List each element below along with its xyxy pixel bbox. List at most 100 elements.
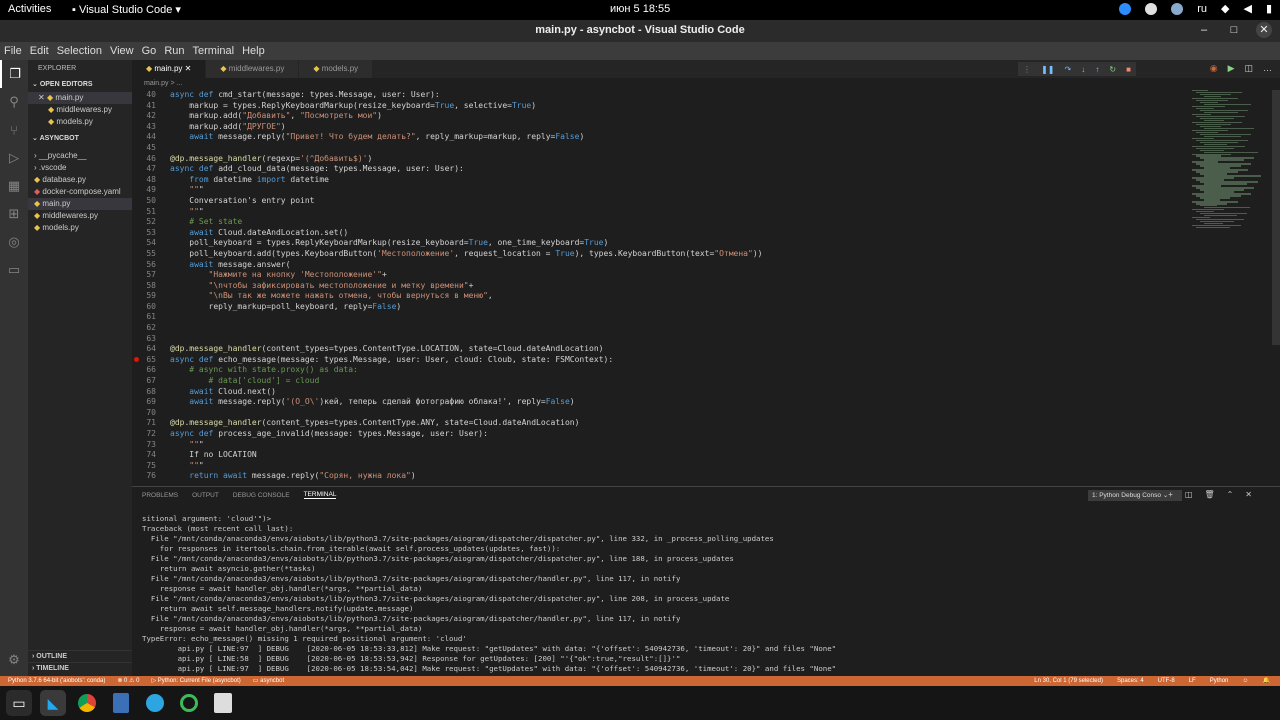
restart-icon[interactable]: ↻ <box>1109 65 1116 74</box>
stop-icon[interactable]: ■ <box>1126 65 1131 74</box>
menu-run[interactable]: Run <box>164 42 184 60</box>
split-editor-icon[interactable]: ◫ <box>1244 63 1253 74</box>
open-editors-section[interactable]: ⌄ OPEN EDITORS <box>28 78 132 92</box>
run-file-icon[interactable]: ▶ <box>1228 63 1235 74</box>
code-line[interactable]: 58 "\nчтобы зафиксировать местоположение… <box>132 281 1192 292</box>
timeline-section[interactable]: › TIMELINE <box>28 662 132 674</box>
end-of-line[interactable]: LF <box>1189 676 1196 686</box>
code-line[interactable]: 72 async def process_age_invalid(message:… <box>132 429 1192 440</box>
menu-file[interactable]: File <box>4 42 22 60</box>
chrome-tray-icon[interactable] <box>1145 2 1158 15</box>
code-line[interactable]: 52 # Set state <box>132 217 1192 228</box>
power-icon[interactable]: ▮ <box>1266 2 1272 15</box>
code-line[interactable]: 53 await Cloud.dateAndLocation.set() <box>132 228 1192 239</box>
feedback-icon[interactable]: ☺ <box>1242 676 1248 686</box>
file-tree-item[interactable]: ◆ database.py <box>28 174 132 186</box>
menu-help[interactable]: Help <box>242 42 265 60</box>
breakpoint-icon[interactable] <box>134 357 139 362</box>
code-line[interactable]: 71 @dp.message_handler(content_types=type… <box>132 418 1192 429</box>
close-tab-icon[interactable]: ✕ <box>185 64 192 73</box>
code-line[interactable]: 76 return await message.reply("Сорян, ну… <box>132 471 1192 482</box>
file-tree-item[interactable]: › __pycache__ <box>28 150 132 162</box>
code-line[interactable]: 69 await message.reply('(O_O\')кей, тепе… <box>132 397 1192 408</box>
code-line[interactable]: 50 Conversation's entry point <box>132 196 1192 207</box>
tab-terminal[interactable]: TERMINAL <box>303 491 337 499</box>
file-tree-item[interactable]: ◆ docker-compose.yaml <box>28 186 132 198</box>
zoom-icon[interactable] <box>1119 2 1132 15</box>
python-interpreter[interactable]: Python 3.7.6 64-bit ('aiobots': conda) <box>8 676 105 686</box>
tab-models-py[interactable]: ◆ models.py <box>299 60 374 78</box>
open-editor-item[interactable]: ◆ middlewares.py <box>28 104 132 116</box>
terminal-output[interactable]: sitional argument: 'cloud'")> Traceback (… <box>142 514 1272 674</box>
explorer-icon[interactable]: ❐ <box>0 60 28 88</box>
indentation[interactable]: Spaces: 4 <box>1117 676 1144 686</box>
tab-debug-console[interactable]: DEBUG CONSOLE <box>233 492 290 499</box>
clock[interactable]: июн 5 18:55 <box>610 3 670 15</box>
open-editor-item[interactable]: ✕ ◆ main.py <box>28 92 132 104</box>
menu-view[interactable]: View <box>110 42 134 60</box>
sync-app-icon[interactable] <box>176 690 202 716</box>
step-over-icon[interactable]: ↷ <box>1065 65 1072 74</box>
step-into-icon[interactable]: ↓ <box>1081 65 1085 74</box>
code-line[interactable]: 74 If no LOCATION <box>132 450 1192 461</box>
file-tree-item[interactable]: ◆ main.py <box>28 198 132 210</box>
run-debug-icon[interactable]: ▷ <box>0 144 28 172</box>
code-line[interactable]: 64 @dp.message_handler(content_types=type… <box>132 344 1192 355</box>
code-line[interactable]: 60 reply_markup=poll_keyboard, reply=Fal… <box>132 302 1192 313</box>
remote-explorer-icon[interactable]: ▭ <box>0 256 28 284</box>
cursor-position[interactable]: Ln 30, Col 1 (79 selected) <box>1034 676 1103 686</box>
errors-warnings[interactable]: ⊗ 0 ⚠ 0 <box>117 676 139 686</box>
code-line[interactable]: 40 async def cmd_start(message: types.Mes… <box>132 90 1192 101</box>
network-status-icon[interactable] <box>1171 2 1184 15</box>
code-line[interactable]: 48 from datetime import datetime <box>132 175 1192 186</box>
code-line[interactable]: 67 # data['cloud'] = cloud <box>132 376 1192 387</box>
app-menu[interactable]: ▪ Visual Studio Code ▾ <box>72 3 181 16</box>
folder-section[interactable]: ⌄ ASYNCBOT <box>28 132 132 146</box>
notifications-icon[interactable]: 🔔 <box>1263 676 1270 686</box>
extensions-icon[interactable]: ⊞ <box>0 200 28 228</box>
code-line[interactable]: 56 await message.answer( <box>132 260 1192 271</box>
close-window-button[interactable]: ✕ <box>1256 22 1272 38</box>
tab-middlewares-py[interactable]: ◆ middlewares.py <box>206 60 300 78</box>
tab-main-py[interactable]: ◆ main.py ✕ <box>132 60 207 78</box>
vscode-app-icon[interactable]: ◣ <box>40 690 66 716</box>
code-line[interactable]: 47 async def add_cloud_data(message: type… <box>132 164 1192 175</box>
settings-gear-icon[interactable]: ⚙ <box>0 646 28 674</box>
encoding[interactable]: UTF-8 <box>1158 676 1175 686</box>
language-mode[interactable]: Python <box>1210 676 1229 686</box>
code-line[interactable]: 51 """ <box>132 207 1192 218</box>
close-panel-icon[interactable]: ✕ <box>1245 490 1252 499</box>
file-tree-item[interactable]: › .vscode <box>28 162 132 174</box>
volume-icon[interactable]: ◀ <box>1243 2 1251 15</box>
file-tree-item[interactable]: ◆ middlewares.py <box>28 210 132 222</box>
editor-scrollbar[interactable] <box>1272 90 1280 345</box>
minimize-button[interactable]: – <box>1196 22 1212 38</box>
code-line[interactable]: 66 # async with state.proxy() as data: <box>132 365 1192 376</box>
code-line[interactable]: 44 await message.reply("Привет! Что буде… <box>132 132 1192 143</box>
split-terminal-icon[interactable]: ◫ <box>1185 490 1193 499</box>
kill-terminal-icon[interactable]: 🗑 <box>1204 490 1214 499</box>
debug-run-icon[interactable]: ◉ <box>1210 63 1218 74</box>
code-line[interactable]: 42 markup.add("Добавить", "Посмотреть мо… <box>132 111 1192 122</box>
drag-handle-icon[interactable]: ⋮ <box>1023 65 1031 74</box>
menu-selection[interactable]: Selection <box>57 42 102 60</box>
outline-section[interactable]: › OUTLINE <box>28 650 132 662</box>
tab-output[interactable]: OUTPUT <box>192 492 219 499</box>
code-line[interactable]: 62 <box>132 323 1192 334</box>
files-app-icon[interactable] <box>210 690 236 716</box>
code-line[interactable]: 59 "\nВы так же можете нажать отмена, чт… <box>132 291 1192 302</box>
pause-icon[interactable]: ❚❚ <box>1041 65 1054 74</box>
code-line[interactable]: 46 @dp.message_handler(regexp='(^Добавить… <box>132 154 1192 165</box>
debug-config[interactable]: ▷ Python: Current File (asyncbot) <box>151 676 240 686</box>
maximize-panel-icon[interactable]: ⌃ <box>1227 490 1234 499</box>
code-line[interactable]: 75 """ <box>132 461 1192 472</box>
code-line[interactable]: 49 """ <box>132 185 1192 196</box>
code-line[interactable]: 55 poll_keyboard.add(types.KeyboardButto… <box>132 249 1192 260</box>
code-line[interactable]: 61 <box>132 312 1192 323</box>
code-line[interactable]: 41 markup = types.ReplyKeyboardMarkup(re… <box>132 101 1192 112</box>
code-line[interactable]: 57 "Нажмите на кнопку 'Местоположение'"+ <box>132 270 1192 281</box>
code-line[interactable]: 54 poll_keyboard = types.ReplyKeyboardMa… <box>132 238 1192 249</box>
code-line[interactable]: 43 markup.add("ДРУГОЕ") <box>132 122 1192 133</box>
new-terminal-icon[interactable]: + <box>1168 490 1173 499</box>
remote-icon[interactable]: ◎ <box>0 228 28 256</box>
